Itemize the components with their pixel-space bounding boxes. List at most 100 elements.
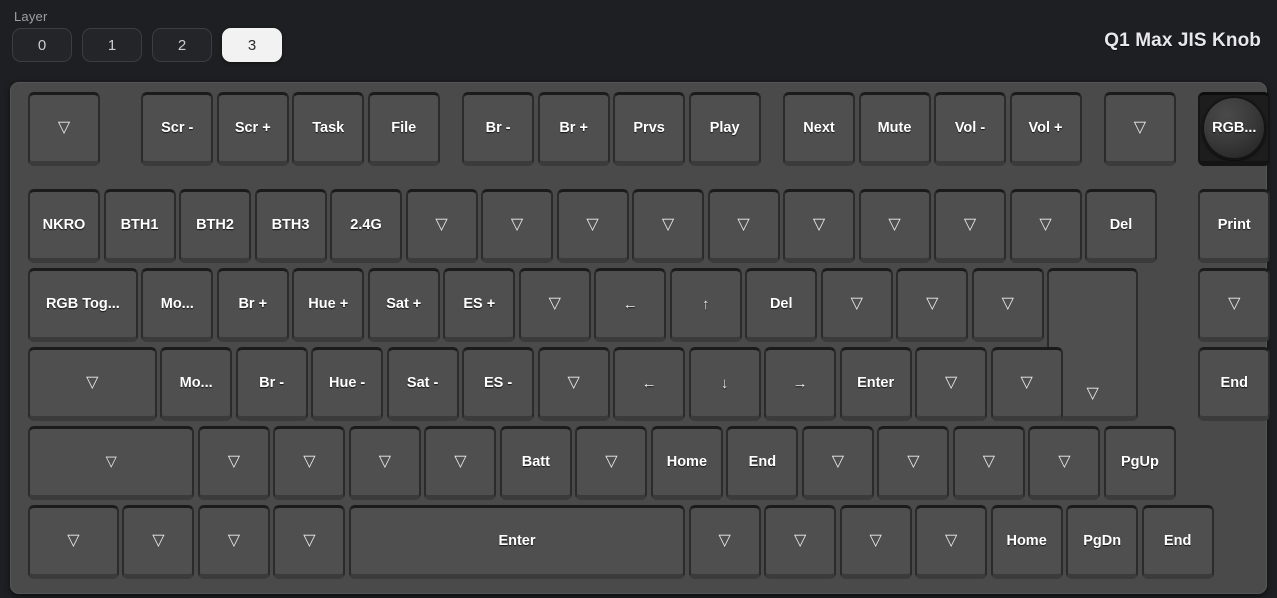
- keyboard-key[interactable]: ▽: [1198, 268, 1271, 342]
- keyboard-key[interactable]: ▽: [537, 347, 610, 421]
- keyboard-key[interactable]: BTH3: [254, 189, 327, 263]
- keyboard-key[interactable]: ▽: [1028, 426, 1101, 500]
- keyboard-key[interactable]: ▽: [197, 426, 270, 500]
- keyboard-key[interactable]: Del: [1085, 189, 1157, 263]
- keyboard-key[interactable]: ▽: [990, 347, 1063, 421]
- keyboard-key[interactable]: Del: [745, 268, 818, 342]
- keyboard-key[interactable]: ▽: [28, 505, 119, 579]
- key-legend: Home: [1006, 532, 1047, 549]
- keyboard-key[interactable]: ▽: [518, 268, 591, 342]
- layer-tab-1[interactable]: 1: [82, 28, 142, 62]
- rotary-encoder-knob[interactable]: RGB...: [1198, 92, 1271, 166]
- keyboard-key[interactable]: BTH2: [179, 189, 251, 263]
- keyboard-key[interactable]: Br -: [462, 92, 535, 166]
- layer-tab-0[interactable]: 0: [12, 28, 72, 62]
- key-empty-triangle-icon: ▽: [454, 453, 467, 470]
- keyboard-key[interactable]: Home: [650, 426, 723, 500]
- layer-tab-3[interactable]: 3: [222, 28, 282, 62]
- keyboard-key[interactable]: PgDn: [1066, 505, 1139, 579]
- keyboard-key[interactable]: Prvs: [613, 92, 686, 166]
- keyboard-key[interactable]: ▽: [764, 505, 837, 579]
- keyboard-key[interactable]: Br +: [216, 268, 289, 342]
- keyboard-key[interactable]: ▽: [915, 347, 988, 421]
- key-arrow-icon: ←: [641, 374, 657, 392]
- keyboard-key[interactable]: End: [1141, 505, 1214, 579]
- keyboard-key[interactable]: ▽: [896, 268, 969, 342]
- keyboard-key[interactable]: ▽: [971, 268, 1044, 342]
- keyboard-key[interactable]: Scr +: [216, 92, 289, 166]
- keyboard-key[interactable]: NKRO: [28, 189, 100, 263]
- keyboard-key[interactable]: Vol -: [934, 92, 1006, 166]
- keyboard-key[interactable]: Mo...: [141, 268, 214, 342]
- keyboard-key[interactable]: ↑: [669, 268, 742, 342]
- keyboard-key[interactable]: ▽: [839, 505, 912, 579]
- keyboard-key[interactable]: ▽: [934, 189, 1006, 263]
- keyboard-key[interactable]: ▽: [688, 505, 761, 579]
- keyboard-key[interactable]: ▽: [632, 189, 704, 263]
- keyboard-key[interactable]: ▽: [783, 189, 855, 263]
- key-empty-triangle-icon: ▽: [1058, 453, 1071, 470]
- keyboard-key[interactable]: Sat -: [386, 347, 459, 421]
- keyboard-key[interactable]: ▽: [28, 92, 100, 166]
- keyboard-key[interactable]: ▽: [952, 426, 1025, 500]
- keyboard-key[interactable]: ▽: [122, 505, 195, 579]
- keyboard-key[interactable]: ▽: [556, 189, 629, 263]
- keyboard-key[interactable]: Batt: [499, 426, 572, 500]
- key-empty-triangle-icon: ▽: [812, 216, 826, 233]
- keyboard-key[interactable]: PgUp: [1103, 426, 1176, 500]
- keyboard-key[interactable]: Enter: [348, 505, 686, 579]
- keyboard-key[interactable]: Enter: [839, 347, 912, 421]
- keyboard-key[interactable]: →: [764, 347, 837, 421]
- keyboard-key[interactable]: ↓: [688, 347, 761, 421]
- key-empty-triangle-icon: ▽: [605, 453, 618, 470]
- keyboard-key[interactable]: ▽: [197, 505, 270, 579]
- keyboard-key[interactable]: Vol +: [1009, 92, 1082, 166]
- key-legend: PgDn: [1083, 532, 1122, 549]
- keyboard-key[interactable]: ES -: [462, 347, 535, 421]
- keyboard-key[interactable]: ▽: [707, 189, 780, 263]
- keyboard-key[interactable]: ▽: [858, 189, 931, 263]
- keyboard-key[interactable]: ←: [613, 347, 686, 421]
- keyboard-key[interactable]: Mute: [858, 92, 931, 166]
- keyboard-key[interactable]: Hue -: [311, 347, 384, 421]
- keyboard-key[interactable]: ▽: [575, 426, 648, 500]
- keyboard-key[interactable]: ▽: [405, 189, 478, 263]
- keyboard-key[interactable]: ▽: [1009, 189, 1082, 263]
- keyboard-key[interactable]: ▽: [481, 189, 553, 263]
- keyboard-key[interactable]: End: [1198, 347, 1271, 421]
- layer-tab-2[interactable]: 2: [152, 28, 212, 62]
- keyboard-key[interactable]: ▽: [28, 347, 157, 421]
- keyboard-key[interactable]: Hue +: [292, 268, 365, 342]
- keyboard-key[interactable]: Br +: [537, 92, 610, 166]
- keyboard-key[interactable]: ▽: [801, 426, 874, 500]
- key-legend: Br +: [559, 119, 588, 136]
- key-empty-triangle-icon: ▽: [963, 216, 977, 233]
- keyboard-key[interactable]: End: [726, 426, 799, 500]
- keyboard-key[interactable]: RGB Tog...: [28, 268, 138, 342]
- keyboard-key[interactable]: ←: [594, 268, 667, 342]
- keyboard-key[interactable]: ▽: [877, 426, 950, 500]
- keyboard-key[interactable]: 2.4G: [330, 189, 402, 263]
- keyboard-key[interactable]: ES +: [443, 268, 516, 342]
- keyboard-key[interactable]: Print: [1198, 189, 1271, 263]
- keyboard-key[interactable]: File: [367, 92, 440, 166]
- keyboard-key[interactable]: Sat +: [367, 268, 440, 342]
- keyboard-key[interactable]: ▽: [28, 426, 195, 500]
- keyboard-key[interactable]: ▽: [820, 268, 893, 342]
- keyboard-title: Q1 Max JIS Knob: [1104, 30, 1261, 51]
- keyboard-key[interactable]: ▽: [1103, 92, 1176, 166]
- keyboard-key[interactable]: Play: [688, 92, 761, 166]
- keyboard-key[interactable]: Scr -: [141, 92, 214, 166]
- keyboard-key[interactable]: Home: [990, 505, 1063, 579]
- keyboard-key[interactable]: Task: [292, 92, 365, 166]
- key-empty-triangle-icon: ▽: [907, 453, 920, 470]
- keyboard-key[interactable]: ▽: [915, 505, 988, 579]
- keyboard-key[interactable]: ▽: [273, 426, 346, 500]
- keyboard-key[interactable]: Mo...: [160, 347, 233, 421]
- keyboard-key[interactable]: ▽: [273, 505, 346, 579]
- keyboard-key[interactable]: Next: [783, 92, 855, 166]
- keyboard-key[interactable]: Br -: [235, 347, 308, 421]
- keyboard-key[interactable]: BTH1: [103, 189, 176, 263]
- keyboard-key[interactable]: ▽: [424, 426, 497, 500]
- keyboard-key[interactable]: ▽: [348, 426, 421, 500]
